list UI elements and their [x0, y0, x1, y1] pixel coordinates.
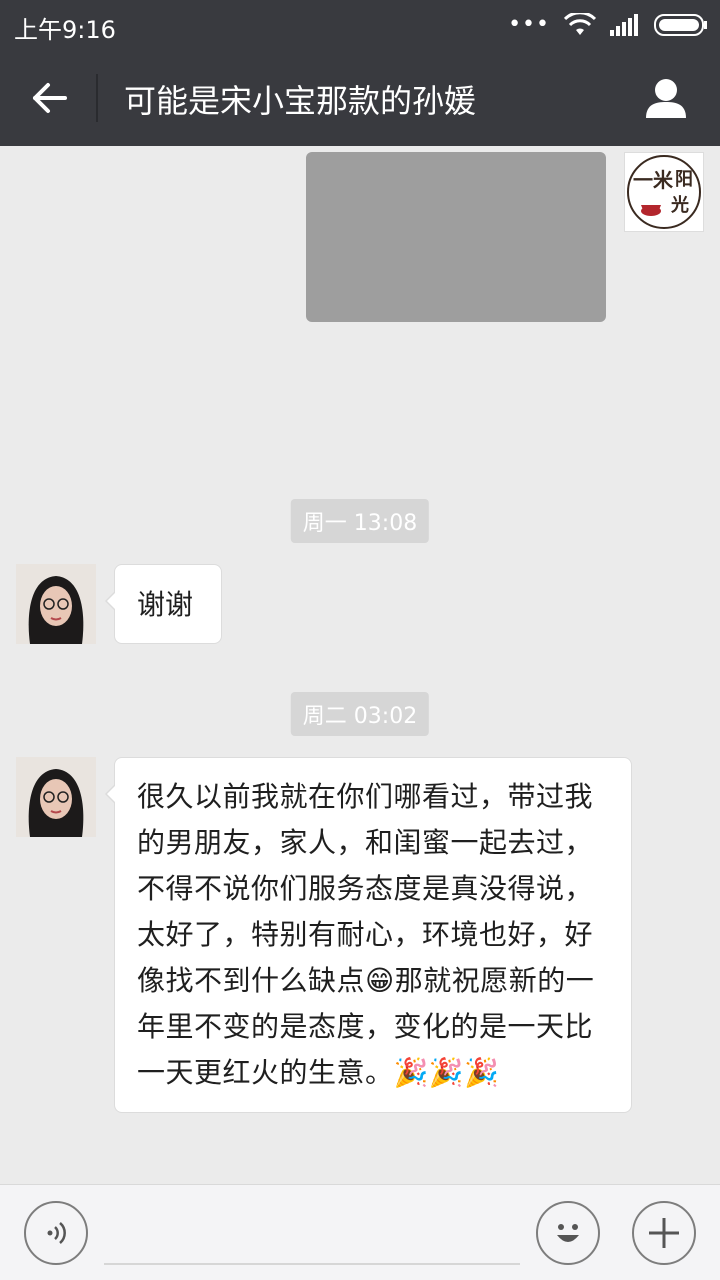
avatar-photo	[16, 757, 96, 837]
signal-icon	[610, 14, 638, 36]
message-text: 谢谢	[137, 588, 194, 621]
timestamp: 周二 03:02	[290, 692, 430, 736]
contact-avatar[interactable]	[16, 564, 96, 644]
logo-text-3: 光	[670, 194, 689, 216]
more-actions-button[interactable]	[632, 1201, 696, 1265]
message-input[interactable]	[104, 1205, 520, 1265]
logo-image: 一米 阳 光	[627, 155, 701, 229]
contact-avatar[interactable]	[16, 757, 96, 837]
back-button[interactable]	[22, 72, 78, 124]
profile-button[interactable]	[644, 76, 688, 120]
emoji-button[interactable]	[536, 1201, 600, 1265]
logo-text-2: 阳	[675, 169, 693, 190]
voice-button[interactable]	[24, 1201, 88, 1265]
status-time: 上午9:16	[14, 16, 116, 44]
logo-text-1: 一米	[633, 168, 674, 192]
battery-icon	[654, 14, 707, 36]
message-text: 很久以前我就在你们哪看过，带过我的男朋友，家人，和闺蜜一起去过，不得不说你们服务…	[137, 780, 595, 1089]
plus-icon	[649, 1218, 679, 1248]
input-bar	[0, 1184, 720, 1280]
title-bar: 可能是宋小宝那款的孙媛	[0, 50, 720, 146]
wifi-icon	[564, 13, 596, 35]
timestamp: 周一 13:08	[290, 499, 430, 543]
message-bubble[interactable]: 谢谢	[105, 564, 222, 644]
my-avatar-logo[interactable]: 一米 阳 光	[624, 152, 704, 232]
more-dots: •••	[508, 12, 550, 37]
emoji-icon	[557, 1224, 579, 1242]
sent-image-message[interactable]	[306, 152, 606, 322]
back-arrow-icon	[33, 83, 67, 113]
chat-area[interactable]: 一米 阳 光 周一 13:08 谢谢 周二 03:02 很久以前我就在你们哪看过…	[0, 146, 720, 1184]
voice-icon	[47, 1222, 66, 1244]
status-bar: 上午9:16 •••	[0, 0, 720, 50]
avatar-photo	[16, 564, 96, 644]
title-divider	[96, 74, 98, 122]
profile-icon	[646, 79, 686, 118]
status-icons: •••	[508, 12, 708, 38]
message-bubble[interactable]: 很久以前我就在你们哪看过，带过我的男朋友，家人，和闺蜜一起去过，不得不说你们服务…	[105, 757, 632, 1113]
chat-title: 可能是宋小宝那款的孙媛	[124, 82, 477, 120]
